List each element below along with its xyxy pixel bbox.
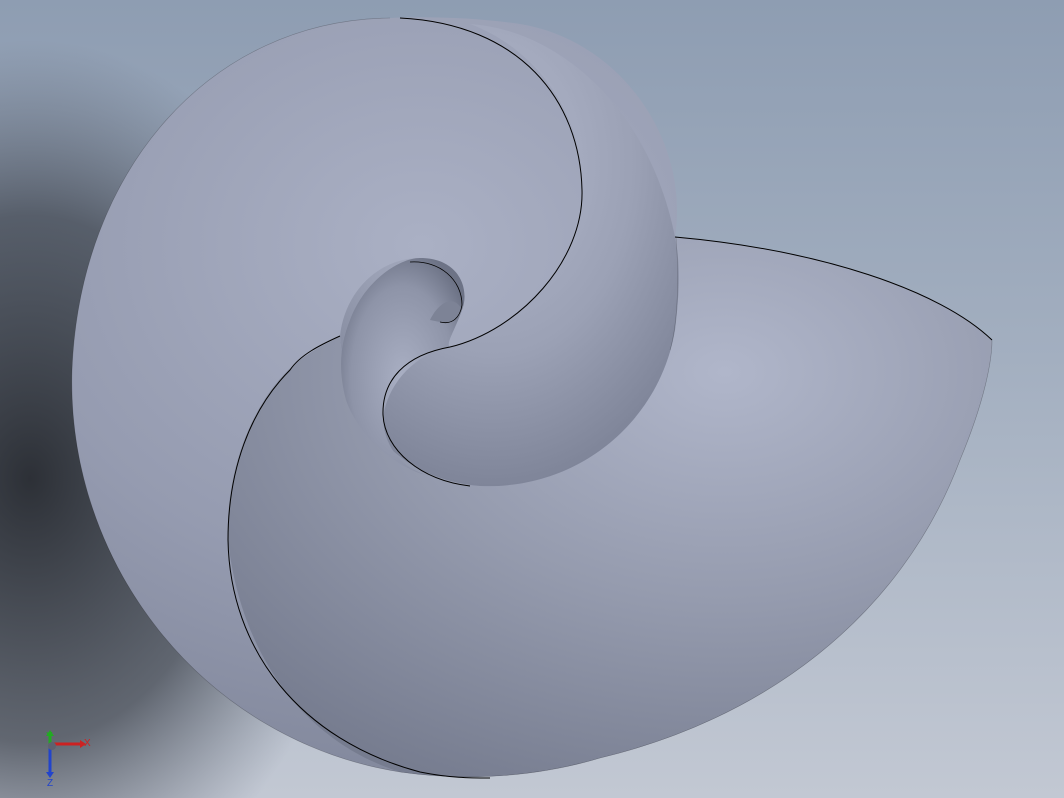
triad-origin [48,742,56,750]
x-axis-label: X [84,738,91,749]
y-axis-label: Y [46,731,53,742]
graphics-viewport[interactable]: X Y Z [0,0,1064,798]
z-axis-label: Z [47,778,53,788]
shell-model-scene[interactable] [0,0,1064,798]
view-orientation-triad: X Y Z [38,728,98,789]
